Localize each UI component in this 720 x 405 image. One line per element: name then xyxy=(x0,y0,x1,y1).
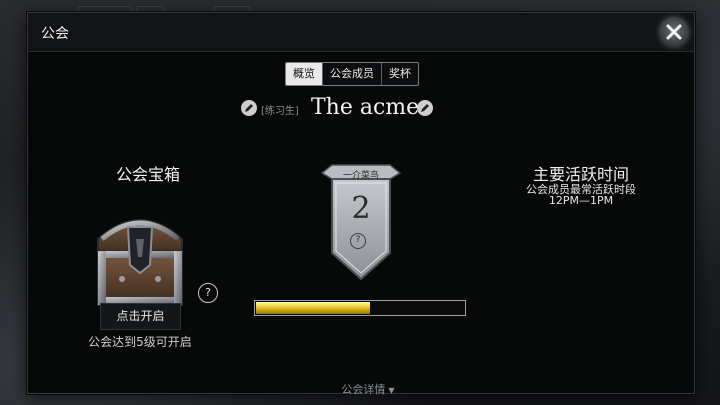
close-button[interactable] xyxy=(659,17,689,47)
close-x-icon xyxy=(666,24,682,40)
tier-progress-fill xyxy=(256,302,370,314)
tier-rank-number: 2 xyxy=(351,191,371,226)
pencil-icon xyxy=(421,104,429,112)
window-title: 公会 xyxy=(41,26,69,42)
tier-progress-bar xyxy=(254,300,466,316)
title-bar: 公会 xyxy=(28,13,694,52)
guild-name: The acme xyxy=(311,95,420,120)
chest-help-button[interactable]: ? xyxy=(198,283,218,303)
edit-name-button[interactable] xyxy=(417,100,433,116)
pencil-icon xyxy=(245,104,253,112)
tab-trophies[interactable]: 奖杯 xyxy=(381,63,418,85)
guild-panel: 公会 概览 公会成员 奖杯 [练习生] The acme 公会宝箱 ? 点击开启… xyxy=(27,12,695,397)
edit-rank-button[interactable] xyxy=(241,100,257,116)
caret-down-icon: ▼ xyxy=(388,386,395,395)
guild-details-toggle[interactable]: 公会详情 ▼ xyxy=(328,381,408,397)
tier-label: 一介菜鸟 xyxy=(342,171,379,181)
open-chest-button[interactable]: 点击开启 xyxy=(100,303,181,330)
chest-title: 公会宝箱 xyxy=(115,165,180,184)
guild-details-label: 公会详情 xyxy=(341,383,386,396)
member-rank-tag: [练习生] xyxy=(261,106,299,117)
treasure-chest-icon xyxy=(97,219,183,306)
active-time-range: 12PM—1PM xyxy=(548,194,614,207)
tab-members[interactable]: 公会成员 xyxy=(322,63,381,85)
guild-name-row: [练习生] The acme xyxy=(241,95,437,121)
tier-help-button[interactable]: ? xyxy=(350,233,366,249)
chest-unlock-hint: 公会达到5级可开启 xyxy=(88,335,192,349)
tab-bar: 概览 公会成员 奖杯 xyxy=(285,62,419,86)
tab-overview[interactable]: 概览 xyxy=(286,63,322,85)
